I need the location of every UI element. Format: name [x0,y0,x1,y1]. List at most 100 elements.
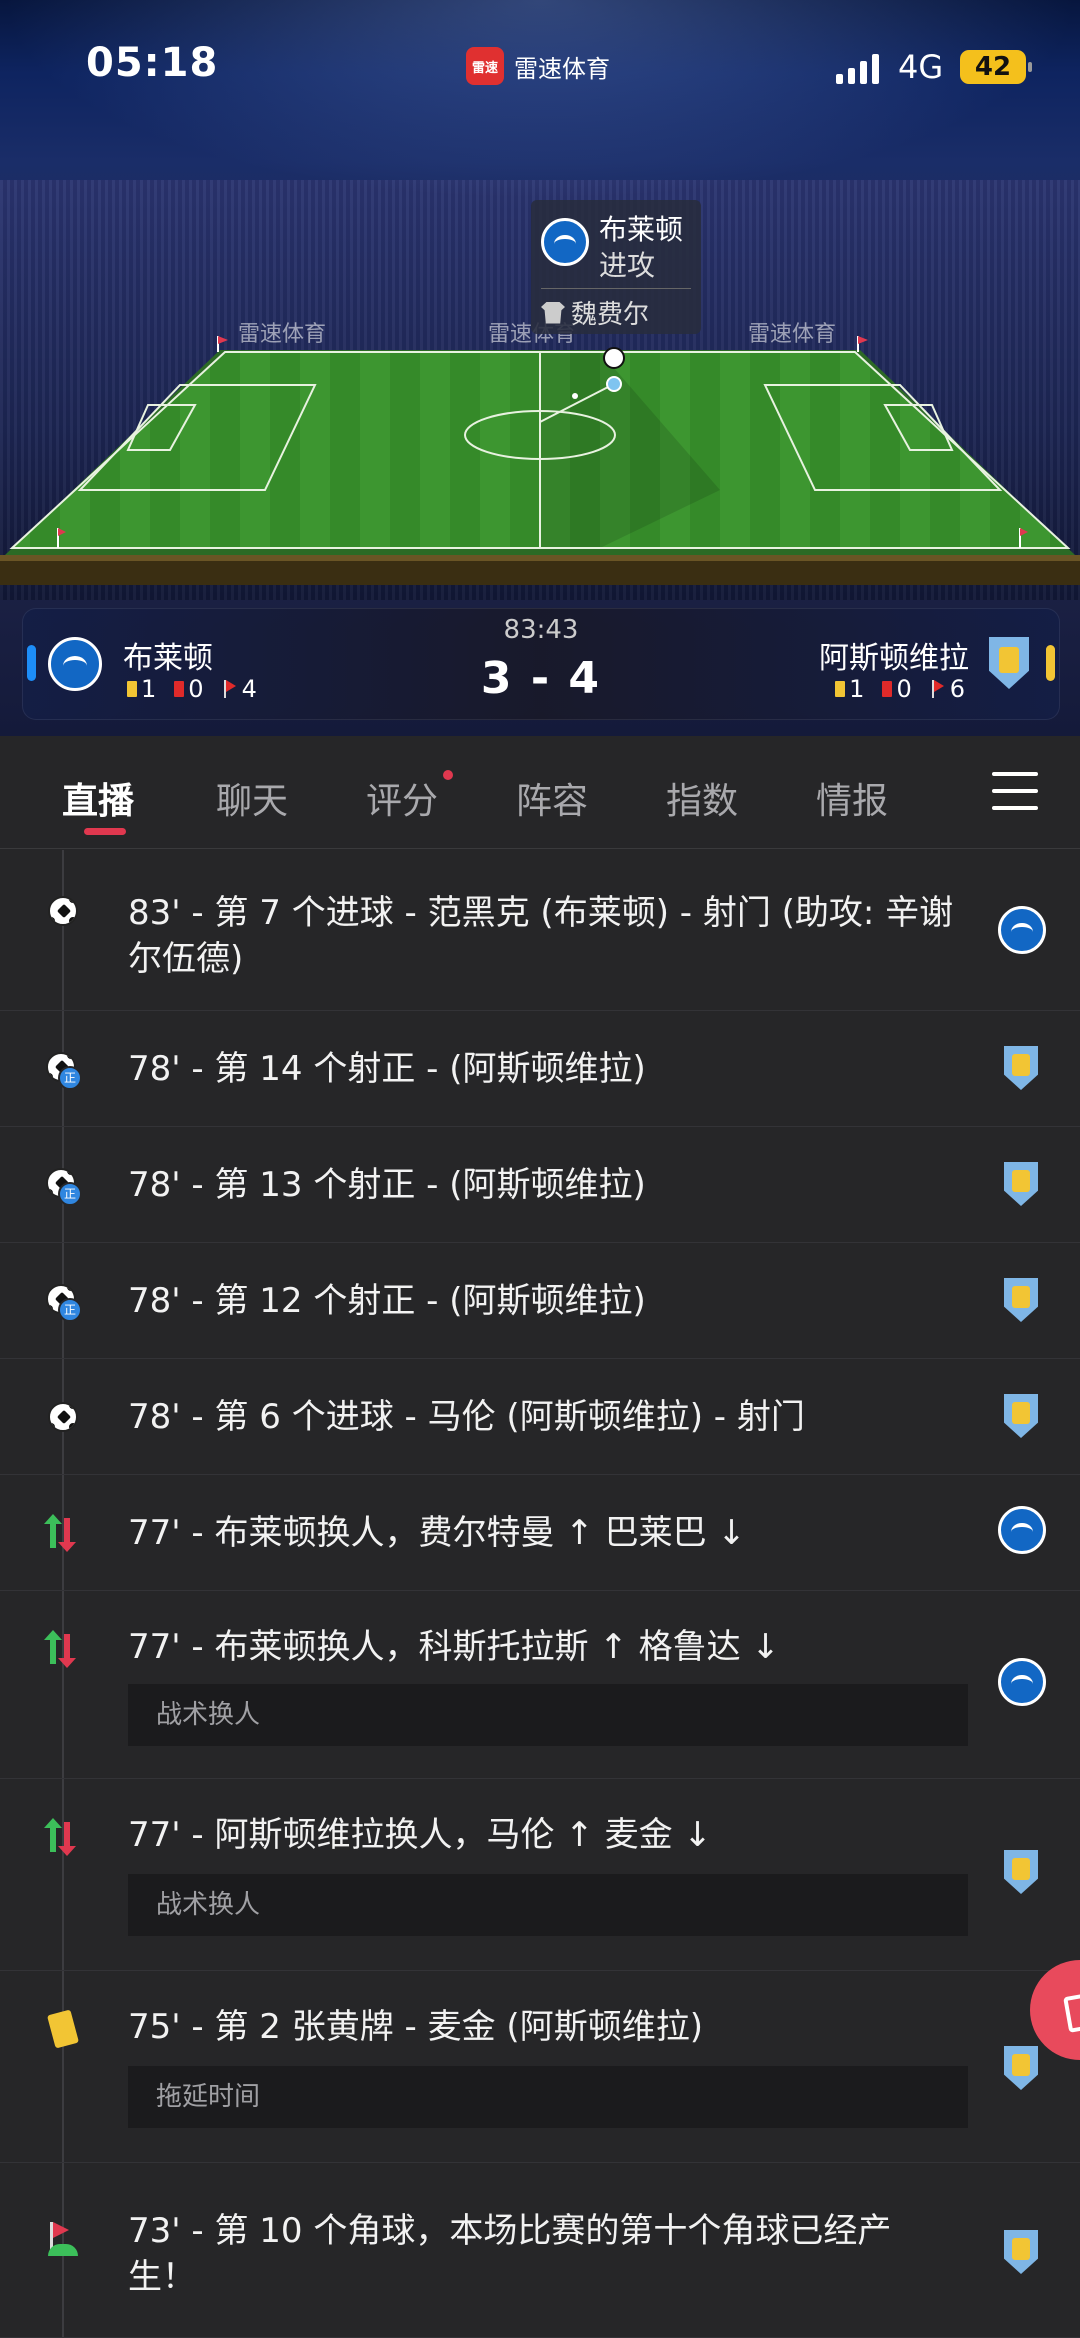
menu-icon[interactable] [992,772,1040,812]
brighton-crest-icon [998,1506,1046,1554]
brighton-crest-icon [541,218,589,266]
away-red-count: 0 [896,675,912,703]
battery-icon: 42 [960,50,1032,84]
substitution-icon [44,1630,80,1668]
event-text: 73' - 第 10 个角球，本场比赛的第十个角球已经产生！ [128,2211,892,2297]
event-icon [46,2222,80,2256]
event-text: 83' - 第 7 个进球 - 范黑克 (布莱顿) - 射门 (助攻: 辛谢尔伍… [128,893,954,979]
aston-villa-crest-icon [1004,2046,1038,2090]
match-visual: 05:18 雷速 雷速体育 4G 42 雷速体育 雷速体育 雷速体育 布莱顿 进… [0,0,1080,736]
event-icon [44,1514,80,1552]
app-brand: 雷速 雷速体育 [466,46,610,86]
signal-icon [836,52,879,84]
event-note: 战术换人 [128,1684,968,1746]
event-row[interactable]: 75' - 第 2 张黄牌 - 麦金 (阿斯顿维拉) 拖延时间 [0,1970,1080,2163]
goal-ball-icon [48,1402,78,1432]
event-team-crest [998,1278,1038,1322]
event-team-crest [998,1506,1046,1554]
event-row[interactable]: 73' - 第 10 个角球，本场比赛的第十个角球已经产生！ [0,2162,1080,2338]
shot-on-target-icon: 正 [46,1168,82,1206]
aston-villa-crest-icon [1004,1046,1038,1090]
event-text: 77' - 布莱顿换人，费尔特曼 ↑ 巴莱巴 ↓ [128,1513,746,1553]
event-text: 78' - 第 6 个进球 - 马伦 (阿斯顿维拉) - 射门 [128,1397,805,1437]
tab-intel[interactable]: 情报 [816,772,888,824]
event-team-crest [998,1162,1038,1206]
tab-lineup[interactable]: 阵容 [516,772,588,824]
event-icon [46,1400,80,1434]
event-text: 77' - 布莱顿换人，科斯托拉斯 ↑ 格鲁达 ↓ [128,1627,780,1667]
event-row[interactable]: 83' - 第 7 个进球 - 范黑克 (布莱顿) - 射门 (助攻: 辛谢尔伍… [0,850,1080,1011]
event-text: 75' - 第 2 张黄牌 - 麦金 (阿斯顿维拉) [128,2007,703,2047]
tab-odds[interactable]: 指数 [666,772,738,824]
event-row[interactable]: 77' - 布莱顿换人，科斯托拉斯 ↑ 格鲁达 ↓ 战术换人 [0,1590,1080,1779]
event-text: 78' - 第 13 个射正 - (阿斯顿维拉) [128,1165,646,1205]
aston-villa-crest-icon [1004,2230,1038,2274]
event-team-crest [998,906,1046,954]
ad-board-left: 雷速体育 [238,322,327,347]
live-action-popup: 布莱顿 进攻 魏费尔 [531,200,701,334]
goal-ball-icon [48,896,78,926]
aston-villa-crest-icon [1004,1850,1038,1894]
event-icon: 正 [46,1052,82,1090]
event-team-crest [998,2230,1038,2274]
event-note: 战术换人 [128,1874,968,1936]
event-team-crest [998,1850,1038,1894]
event-icon [44,1630,80,1668]
status-time: 05:18 [86,40,219,86]
event-icon [46,2009,80,2049]
brighton-crest-icon [998,906,1046,954]
on-target-badge: 正 [58,1182,82,1206]
event-text: 78' - 第 12 个射正 - (阿斯顿维拉) [128,1281,646,1321]
aston-villa-crest-icon [1004,1162,1038,1206]
scoreboard: 布莱顿 1 0 4 83:43 3 - 4 阿斯顿维拉 1 0 6 [22,608,1060,720]
corner-flag-icon [930,680,946,698]
app-logo-icon: 雷速 [466,47,504,85]
substitution-icon [44,1818,80,1856]
active-tab-indicator [84,828,126,835]
shirt-icon [541,301,565,324]
popup-team: 布莱顿 [599,213,684,246]
app-name: 雷速体育 [514,54,610,83]
popup-player: 魏费尔 [541,294,649,331]
event-text: 77' - 阿斯顿维拉换人，马伦 ↑ 麦金 ↓ [128,1815,712,1855]
event-row[interactable]: 正 78' - 第 14 个射正 - (阿斯顿维拉) [0,1010,1080,1127]
ad-board-right: 雷速体育 [748,322,837,347]
event-text: 78' - 第 14 个射正 - (阿斯顿维拉) [128,1049,646,1089]
event-team-crest [998,2046,1038,2090]
event-row[interactable]: 78' - 第 6 个进球 - 马伦 (阿斯顿维拉) - 射门 [0,1358,1080,1475]
aston-villa-crest-icon [1004,1278,1038,1322]
aston-villa-crest-icon [1004,1394,1038,1438]
event-icon: 正 [46,1168,82,1206]
away-yellow-count: 1 [849,675,865,703]
away-crest-icon[interactable] [989,637,1029,689]
event-team-crest [998,1658,1046,1706]
event-team-crest [998,1394,1038,1438]
tab-chat[interactable]: 聊天 [216,772,288,824]
tab-bar: 直播 聊天 评分 阵容 指数 情报 [0,736,1080,849]
event-icon: 正 [46,1284,82,1322]
network-type: 4G [898,48,944,86]
event-row[interactable]: 77' - 阿斯顿维拉换人，马伦 ↑ 麦金 ↓ 战术换人 [0,1778,1080,1971]
event-row[interactable]: 正 78' - 第 12 个射正 - (阿斯顿维拉) [0,1242,1080,1359]
corner-icon [46,2222,80,2256]
tab-ratings[interactable]: 评分 [366,772,438,824]
event-row[interactable]: 77' - 布莱顿换人，费尔特曼 ↑ 巴莱巴 ↓ [0,1474,1080,1591]
red-card-icon [882,681,893,697]
yellow-card-icon [47,2009,79,2049]
on-target-badge: 正 [58,1298,82,1322]
status-bar: 05:18 雷速 雷速体育 4G 42 [0,0,1080,130]
event-icon [46,894,80,928]
away-stats: 1 0 6 [835,675,965,703]
event-note: 拖延时间 [128,2066,968,2128]
on-target-badge: 正 [58,1066,82,1090]
brighton-crest-icon [998,1658,1046,1706]
tab-live[interactable]: 直播 [62,772,134,824]
yellow-card-icon [835,681,846,697]
away-team-name[interactable]: 阿斯顿维拉 [819,633,969,677]
away-corner-count: 6 [949,675,965,703]
popup-divider [541,288,691,289]
shot-on-target-icon: 正 [46,1284,82,1322]
shot-on-target-icon: 正 [46,1052,82,1090]
event-row[interactable]: 正 78' - 第 13 个射正 - (阿斯顿维拉) [0,1126,1080,1243]
notification-dot [443,770,453,780]
